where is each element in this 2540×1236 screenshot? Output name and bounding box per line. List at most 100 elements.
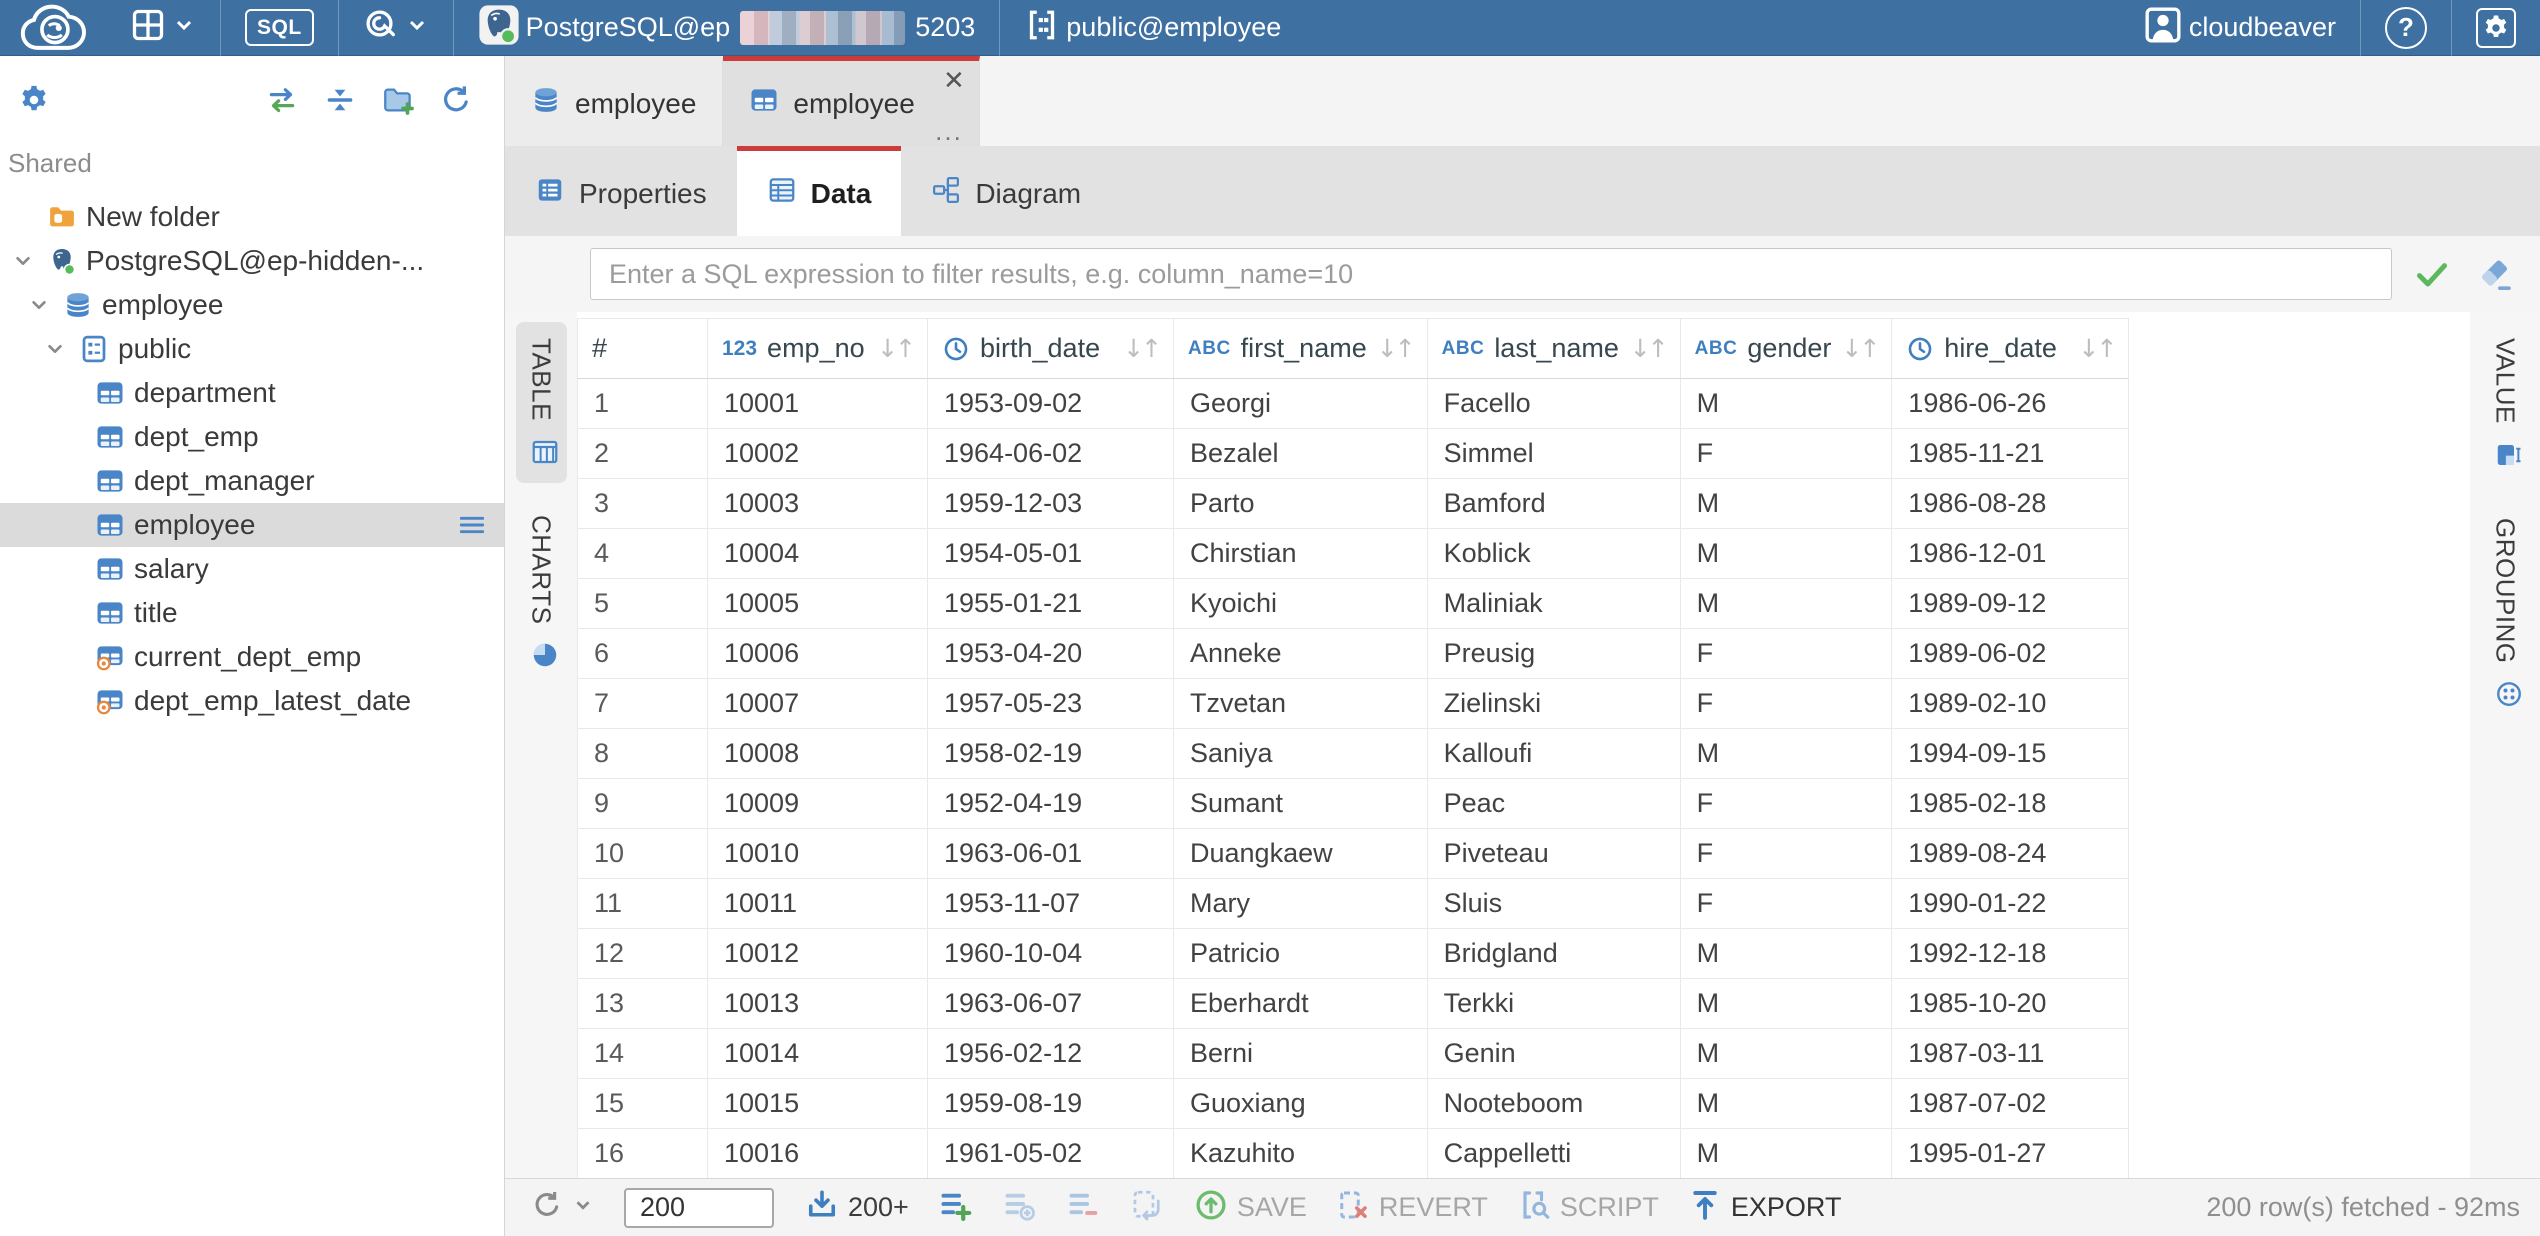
data-cell[interactable]: 10004 <box>708 529 928 579</box>
column-header-last_name[interactable]: ABClast_name↓↑ <box>1427 319 1680 379</box>
row-index-cell[interactable]: 12 <box>578 929 708 979</box>
chevron-down-icon[interactable] <box>24 292 54 318</box>
sort-icon[interactable]: ↓↑ <box>2078 334 2114 363</box>
presentation-tab-table[interactable]: TABLE <box>516 322 567 483</box>
data-cell[interactable]: Kyoichi <box>1174 579 1428 629</box>
script-button[interactable]: SCRIPT <box>1506 1179 1669 1236</box>
data-cell[interactable]: M <box>1680 979 1892 1029</box>
data-cell[interactable]: Duangkaew <box>1174 829 1428 879</box>
sort-icon[interactable]: ↓↑ <box>1123 334 1159 363</box>
tree-item-employee[interactable]: employee <box>0 283 504 327</box>
column-header-hire_date[interactable]: hire_date↓↑ <box>1892 319 2129 379</box>
data-cell[interactable]: Mary <box>1174 879 1428 929</box>
data-cell[interactable]: Preusig <box>1427 629 1680 679</box>
data-cell[interactable]: Anneke <box>1174 629 1428 679</box>
data-cell[interactable]: 10009 <box>708 779 928 829</box>
data-cell[interactable]: Berni <box>1174 1029 1428 1079</box>
data-cell[interactable]: Zielinski <box>1427 679 1680 729</box>
driver-tools-button[interactable] <box>353 0 439 56</box>
data-cell[interactable]: 1961-05-02 <box>928 1129 1174 1179</box>
data-cell[interactable]: Maliniak <box>1427 579 1680 629</box>
data-cell[interactable]: 1963-06-01 <box>928 829 1174 879</box>
settings-button[interactable] <box>2466 0 2526 56</box>
data-cell[interactable]: Patricio <box>1174 929 1428 979</box>
data-cell[interactable]: Kazuhito <box>1174 1129 1428 1179</box>
data-cell[interactable]: 1955-01-21 <box>928 579 1174 629</box>
data-cell[interactable]: 10016 <box>708 1129 928 1179</box>
data-cell[interactable]: Guoxiang <box>1174 1079 1428 1129</box>
data-cell[interactable]: 10006 <box>708 629 928 679</box>
row-limit-input[interactable] <box>624 1188 774 1228</box>
data-cell[interactable]: Simmel <box>1427 429 1680 479</box>
tab-properties[interactable]: Properties <box>505 146 737 236</box>
row-index-cell[interactable]: 15 <box>578 1079 708 1129</box>
column-header-gender[interactable]: ABCgender↓↑ <box>1680 319 1892 379</box>
new-folder-icon[interactable] <box>378 80 418 120</box>
data-cell[interactable]: 1987-03-11 <box>1892 1029 2129 1079</box>
sort-icon[interactable]: ↓↑ <box>877 334 913 363</box>
data-cell[interactable]: M <box>1680 729 1892 779</box>
data-cell[interactable]: F <box>1680 879 1892 929</box>
data-cell[interactable]: M <box>1680 529 1892 579</box>
data-cell[interactable]: M <box>1680 1129 1892 1179</box>
duplicate-row-button[interactable] <box>991 1179 1047 1236</box>
data-cell[interactable]: 1953-09-02 <box>928 379 1174 429</box>
data-cell[interactable]: Piveteau <box>1427 829 1680 879</box>
data-cell[interactable]: 1989-06-02 <box>1892 629 2129 679</box>
data-cell[interactable]: Bezalel <box>1174 429 1428 479</box>
row-index-cell[interactable]: 3 <box>578 479 708 529</box>
sidebar-settings-gear-icon[interactable] <box>14 80 54 120</box>
export-button[interactable]: EXPORT <box>1677 1179 1852 1236</box>
new-connection-button[interactable] <box>120 0 206 56</box>
connection-selector[interactable]: PostgreSQL@ep5203 <box>468 0 986 56</box>
data-cell[interactable]: Saniya <box>1174 729 1428 779</box>
data-cell[interactable]: 1953-04-20 <box>928 629 1174 679</box>
data-cell[interactable]: 1989-08-24 <box>1892 829 2129 879</box>
panel-tab-value[interactable]: VALUE <box>2480 322 2531 486</box>
row-index-cell[interactable]: 9 <box>578 779 708 829</box>
data-cell[interactable]: 1992-12-18 <box>1892 929 2129 979</box>
data-cell[interactable]: Georgi <box>1174 379 1428 429</box>
revert-button[interactable]: REVERT <box>1325 1179 1498 1236</box>
data-cell[interactable]: 1985-10-20 <box>1892 979 2129 1029</box>
help-button[interactable]: ? <box>2375 0 2437 56</box>
data-cell[interactable]: 10011 <box>708 879 928 929</box>
data-cell[interactable]: 10003 <box>708 479 928 529</box>
data-cell[interactable]: Sumant <box>1174 779 1428 829</box>
column-header-emp_no[interactable]: 123emp_no↓↑ <box>708 319 928 379</box>
data-cell[interactable]: 1994-09-15 <box>1892 729 2129 779</box>
save-button[interactable]: SAVE <box>1183 1179 1317 1236</box>
data-cell[interactable]: 1986-06-26 <box>1892 379 2129 429</box>
tree-item-dept-emp-latest-date[interactable]: dept_emp_latest_date <box>0 679 504 723</box>
row-index-cell[interactable]: 1 <box>578 379 708 429</box>
data-cell[interactable]: 10007 <box>708 679 928 729</box>
column-header-first_name[interactable]: ABCfirst_name↓↑ <box>1174 319 1428 379</box>
data-cell[interactable]: 1964-06-02 <box>928 429 1174 479</box>
data-cell[interactable]: Peac <box>1427 779 1680 829</box>
data-cell[interactable]: 1995-01-27 <box>1892 1129 2129 1179</box>
row-index-cell[interactable]: 5 <box>578 579 708 629</box>
tree-item-current-dept-emp[interactable]: current_dept_emp <box>0 635 504 679</box>
data-cell[interactable]: 1989-02-10 <box>1892 679 2129 729</box>
schema-selector[interactable]: public@employee <box>1014 0 1291 56</box>
data-cell[interactable]: 10002 <box>708 429 928 479</box>
delete-row-button[interactable] <box>1055 1179 1111 1236</box>
column-header-index[interactable]: # <box>578 319 708 379</box>
data-cell[interactable]: Parto <box>1174 479 1428 529</box>
data-cell[interactable]: M <box>1680 1029 1892 1079</box>
data-cell[interactable]: 1958-02-19 <box>928 729 1174 779</box>
tab-data[interactable]: Data <box>737 146 902 236</box>
data-cell[interactable]: 1954-05-01 <box>928 529 1174 579</box>
tab-diagram[interactable]: Diagram <box>901 146 1111 236</box>
data-cell[interactable]: M <box>1680 479 1892 529</box>
close-tab-icon[interactable]: ✕ <box>943 67 965 93</box>
clear-filter-eraser-icon[interactable] <box>2472 252 2516 296</box>
data-cell[interactable]: Tzvetan <box>1174 679 1428 729</box>
data-cell[interactable]: 1987-07-02 <box>1892 1079 2129 1129</box>
tree-item-new-folder[interactable]: New folder <box>0 195 504 239</box>
data-cell[interactable]: F <box>1680 779 1892 829</box>
data-cell[interactable]: Terkki <box>1427 979 1680 1029</box>
data-cell[interactable]: M <box>1680 929 1892 979</box>
tree-item-employee[interactable]: employee <box>0 503 504 547</box>
sort-icon[interactable]: ↓↑ <box>1841 334 1877 363</box>
